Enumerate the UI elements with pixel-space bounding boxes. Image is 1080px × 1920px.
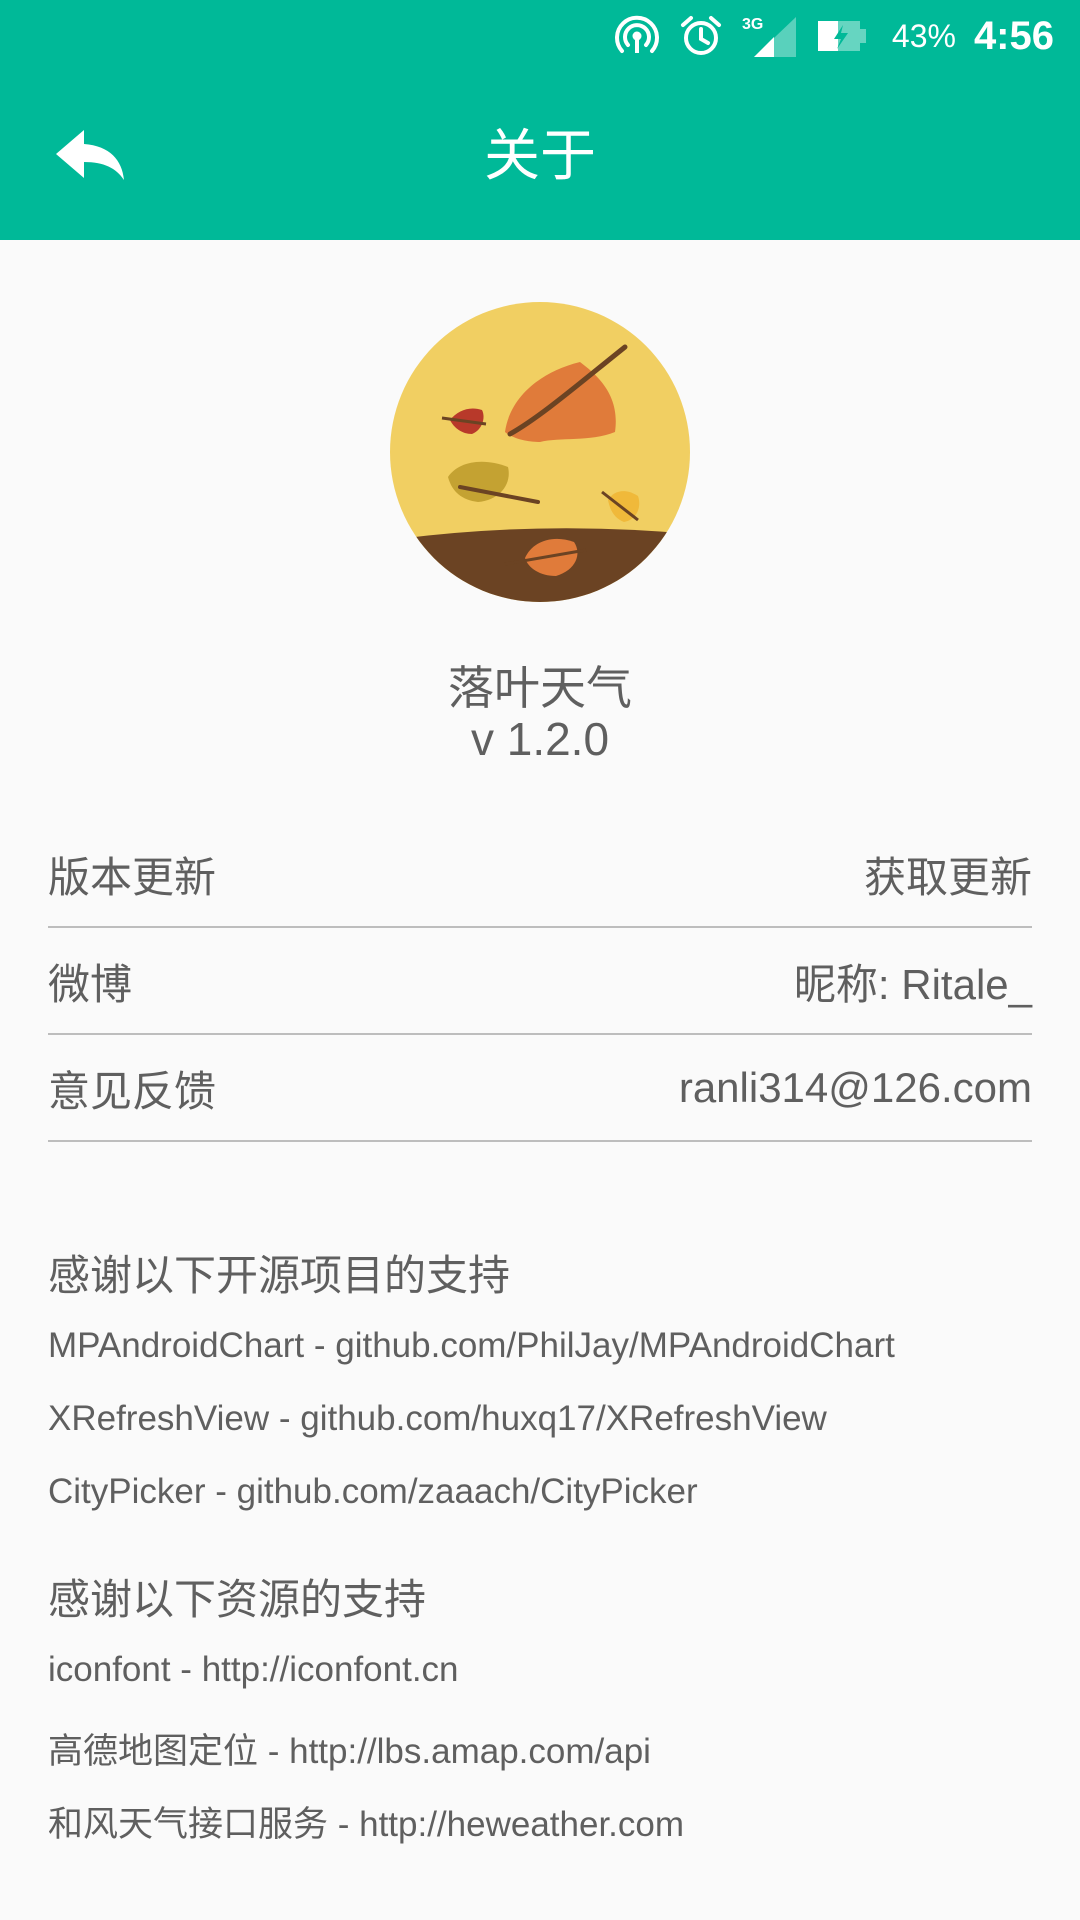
feedback-email[interactable]: ranli314@126.com xyxy=(679,1064,1032,1112)
app-logo xyxy=(390,302,690,602)
weibo-nickname[interactable]: 昵称: Ritale_ xyxy=(794,951,1032,1012)
version-update-row[interactable]: 版本更新 获取更新 xyxy=(48,822,1032,928)
battery-percent: 43% xyxy=(891,17,956,54)
resources-title: 感谢以下资源的支持 xyxy=(48,1576,427,1623)
feedback-row[interactable]: 意见反馈 ranli314@126.com xyxy=(48,1036,1032,1142)
app-name: 落叶天气 xyxy=(448,662,632,714)
status-icons: 3G 43% 4:56 xyxy=(614,0,1054,72)
network-type-label: 3G xyxy=(742,16,763,33)
resource-item[interactable]: iconfont - http://iconfont.cn xyxy=(48,1650,459,1690)
alarm-icon xyxy=(678,13,724,59)
weibo-row[interactable]: 微博 昵称: Ritale_ xyxy=(48,929,1032,1035)
check-update-link[interactable]: 获取更新 xyxy=(864,844,1032,905)
clock: 4:56 xyxy=(973,13,1054,58)
feedback-label: 意见反馈 xyxy=(48,1067,217,1115)
hotspot-icon xyxy=(614,13,660,59)
battery-icon xyxy=(816,13,868,59)
resource-item[interactable]: 和风天气接口服务 - http://heweather.com xyxy=(48,1796,684,1847)
status-bar: 3G 43% 4:56 xyxy=(0,0,1080,72)
open-source-title: 感谢以下开源项目的支持 xyxy=(48,1252,511,1299)
weibo-label: 微博 xyxy=(48,960,133,1008)
app-version: v 1.2.0 xyxy=(470,713,610,765)
credit-item[interactable]: CityPicker - github.com/zaaach/CityPicke… xyxy=(48,1472,698,1512)
back-arrow-icon xyxy=(56,130,124,180)
back-button[interactable] xyxy=(52,122,132,192)
page-title: 关于 xyxy=(484,124,596,187)
resource-item[interactable]: 高德地图定位 - http://lbs.amap.com/api xyxy=(48,1723,651,1774)
version-update-label: 版本更新 xyxy=(48,853,217,901)
signal-icon: 3G xyxy=(742,13,798,59)
app-bar: 关于 xyxy=(0,72,1080,240)
credit-item[interactable]: MPAndroidChart - github.com/PhilJay/MPAn… xyxy=(48,1326,895,1366)
credit-item[interactable]: XRefreshView - github.com/huxq17/XRefres… xyxy=(48,1399,827,1439)
falling-leaves-logo xyxy=(390,302,690,602)
